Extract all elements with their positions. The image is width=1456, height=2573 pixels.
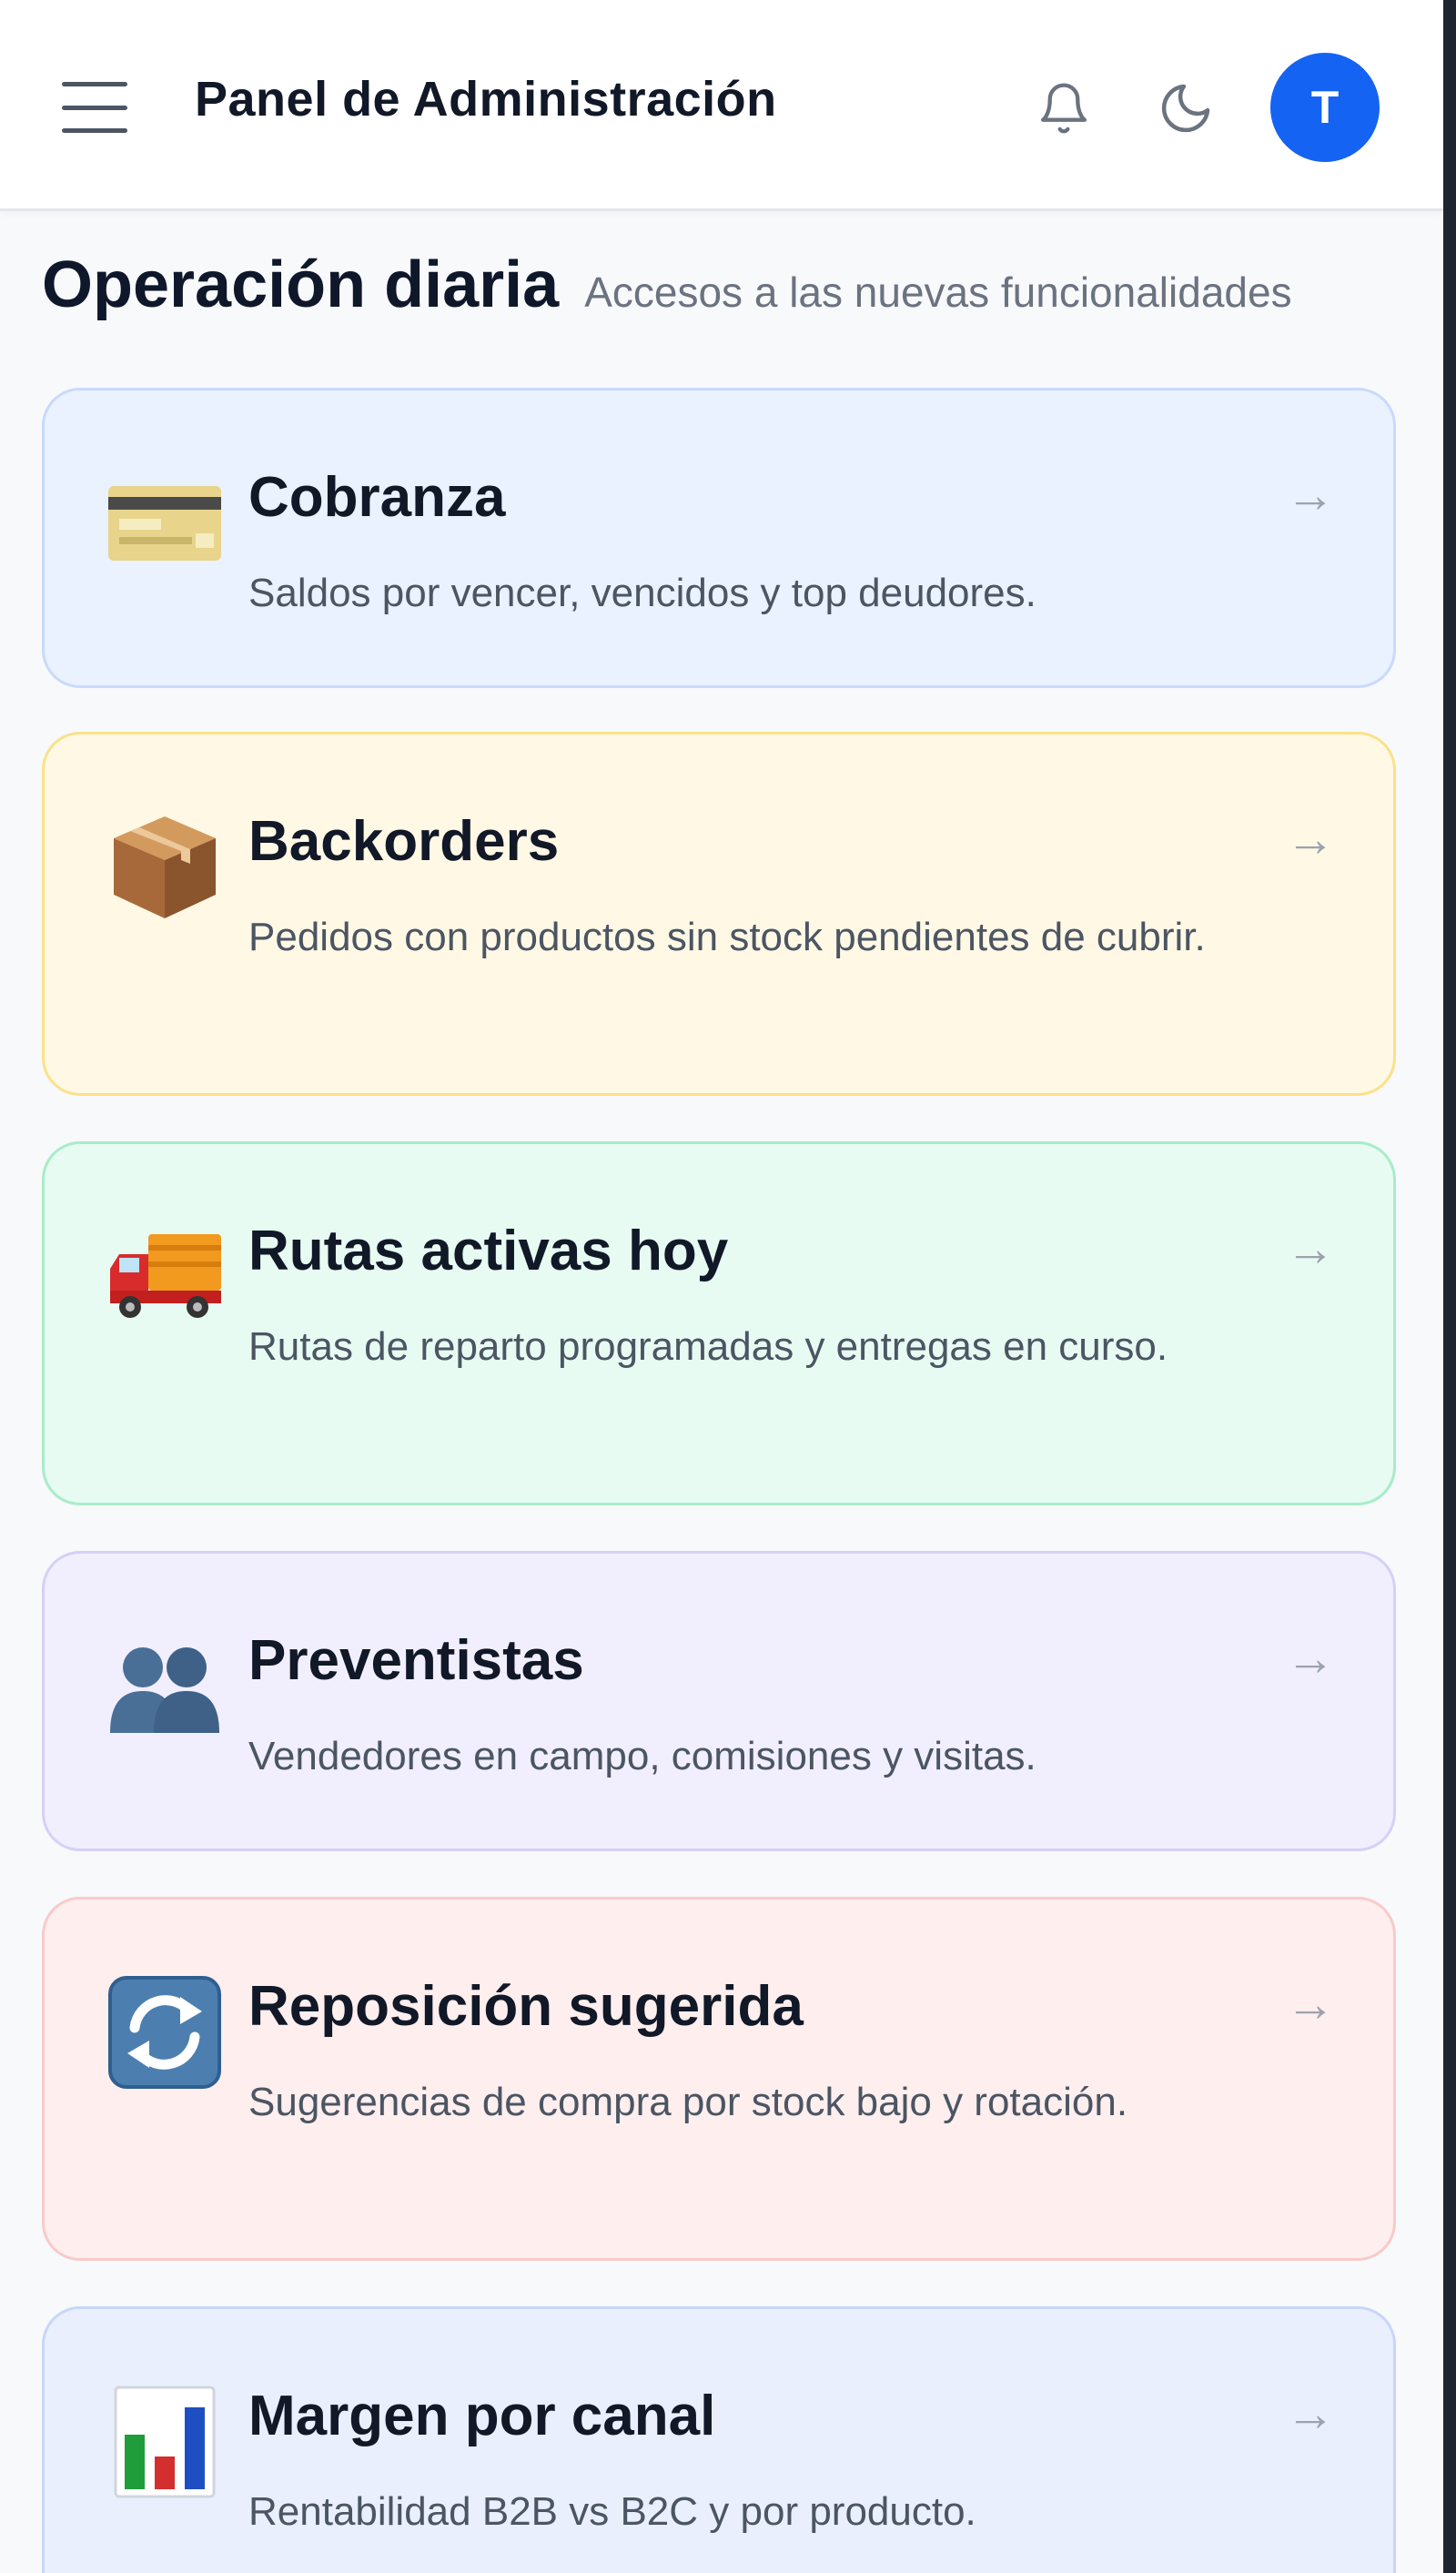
- card-description: Pedidos con productos sin stock pendient…: [248, 915, 1206, 959]
- arrow-right-icon: →: [1286, 812, 1335, 866]
- section-header: Operación diaria Accesos a las nuevas fu…: [42, 248, 1292, 322]
- arrow-right-icon: →: [1286, 2386, 1335, 2441]
- moon-icon[interactable]: [1145, 67, 1227, 149]
- card-title: Rutas activas hoy: [248, 1220, 729, 1282]
- window-edge: [1443, 0, 1456, 2573]
- card-description: Rentabilidad B2B vs B2C y por producto.: [248, 2489, 976, 2534]
- bar-chart-icon: [106, 2384, 223, 2500]
- card-title: Cobranza: [248, 466, 506, 529]
- menu-icon[interactable]: [62, 82, 127, 133]
- arrow-right-icon: →: [1286, 1631, 1335, 1686]
- card-preventistas[interactable]: Preventistas Vendedores en campo, comisi…: [42, 1551, 1396, 1851]
- arrow-right-icon: →: [1286, 468, 1335, 522]
- card-description: Vendedores en campo, comisiones y visita…: [248, 1734, 1036, 1778]
- avatar[interactable]: T: [1270, 53, 1380, 162]
- page: Panel de Administración T Operación diar…: [0, 0, 1456, 2573]
- card-cobranza[interactable]: Cobranza Saldos por vencer, vencidos y t…: [42, 388, 1396, 688]
- card-title: Reposición sugerida: [248, 1975, 804, 2038]
- card-title: Preventistas: [248, 1629, 584, 1692]
- arrow-right-icon: →: [1286, 1221, 1335, 1276]
- section-title: Operación diaria: [42, 248, 560, 321]
- card-reposicion-sugerida[interactable]: Reposición sugerida Sugerencias de compr…: [42, 1897, 1396, 2261]
- arrow-right-icon: →: [1286, 1977, 1335, 2031]
- card-title: Backorders: [248, 810, 560, 873]
- section-subtitle: Accesos a las nuevas funcionalidades: [584, 268, 1292, 316]
- refresh-icon: [106, 1974, 223, 2091]
- card-backorders[interactable]: Backorders Pedidos con productos sin sto…: [42, 732, 1396, 1096]
- top-app-bar: Panel de Administración T: [0, 0, 1443, 211]
- people-icon: [106, 1628, 223, 1745]
- page-title: Panel de Administración: [195, 72, 777, 127]
- card-margen-por-canal[interactable]: Margen por canal Rentabilidad B2B vs B2C…: [42, 2306, 1396, 2573]
- card-rutas-activas[interactable]: Rutas activas hoy Rutas de reparto progr…: [42, 1141, 1396, 1505]
- bell-icon[interactable]: [1023, 67, 1105, 149]
- card-description: Saldos por vencer, vencidos y top deudor…: [248, 571, 1036, 615]
- delivery-truck-icon: [106, 1219, 223, 1335]
- credit-card-icon: [106, 465, 223, 582]
- card-title: Margen por canal: [248, 2385, 716, 2447]
- package-icon: [106, 809, 223, 926]
- card-description: Rutas de reparto programadas y entregas …: [248, 1324, 1168, 1369]
- card-description: Sugerencias de compra por stock bajo y r…: [248, 2080, 1128, 2124]
